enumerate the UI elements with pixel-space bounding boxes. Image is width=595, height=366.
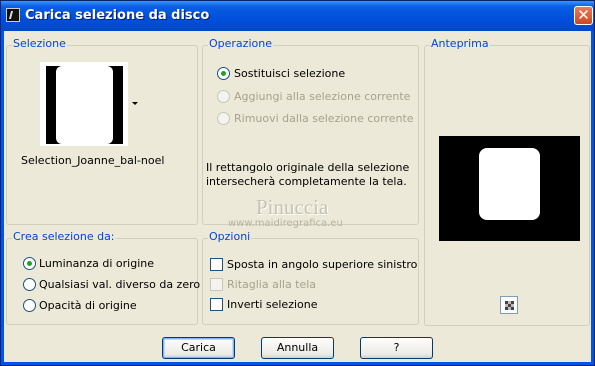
chevron-down-icon[interactable] [132,102,138,105]
checkbox-move-top-left[interactable] [210,258,223,271]
watermark-url: www.maidiregrafica.eu [228,218,343,229]
selection-group-title: Selezione [12,37,67,51]
radio-any-nonzero-label[interactable]: Qualsiasi val. diverso da zero [39,278,200,292]
radio-replace-selection[interactable] [217,67,230,80]
dialog-body: Selezione Selection_Joanne_bal-noel Oper… [4,31,591,362]
checkbox-move-top-left-label[interactable]: Sposta in angolo superiore sinistro [227,258,417,272]
checkbox-crop-to-canvas-label[interactable]: Ritaglia alla tela [227,278,316,292]
help-button[interactable]: ? [360,337,433,359]
radio-source-opacity[interactable] [23,299,36,312]
radio-any-nonzero[interactable] [23,278,36,291]
selection-group: Selezione Selection_Joanne_bal-noel [6,37,198,225]
radio-replace-selection-label[interactable]: Sostituisci selezione [234,67,345,81]
operation-note-line1: Il rettangolo originale della selezione [206,161,410,174]
options-group-title: Opzioni [208,230,252,244]
cancel-button[interactable]: Annulla [261,337,334,359]
radio-source-luminance[interactable] [23,257,36,270]
operation-group-title: Operazione [208,37,273,51]
radio-remove-selection-label[interactable]: Rimuovi dalla selezione corrente [234,112,414,126]
load-button[interactable]: Carica [162,337,235,359]
selection-name: Selection_Joanne_bal-noel [21,154,165,167]
radio-add-selection-label[interactable]: Aggiungi alla selezione corrente [234,90,410,104]
radio-source-opacity-label[interactable]: Opacità di origine [39,299,137,313]
radio-add-selection[interactable] [217,90,230,103]
preview-group: Anteprima [424,37,590,326]
checkbox-crop-to-canvas[interactable] [210,278,223,291]
options-group: Opzioni Sposta in angolo superiore sinis… [202,230,419,325]
radio-remove-selection[interactable] [217,112,230,125]
operation-note-line2: intersecherà completamente la tela. [206,175,407,188]
close-button[interactable]: ✕ [574,6,593,25]
checkbox-invert-selection-label[interactable]: Inverti selezione [227,298,318,312]
create-group: Crea selezione da: Luminanza di origine … [6,230,200,325]
selection-thumbnail[interactable] [40,62,128,146]
create-group-title: Crea selezione da: [12,230,116,244]
checker-icon [505,301,514,310]
title-bar[interactable]: Carica selezione da disco ✕ [1,1,594,31]
zoom-icon[interactable] [500,296,518,314]
checkbox-invert-selection[interactable] [210,298,223,311]
preview-canvas [439,136,580,241]
preview-group-title: Anteprima [430,37,490,51]
radio-source-luminance-label[interactable]: Luminanza di origine [39,257,154,271]
dialog-window: Carica selezione da disco ✕ Selezione Se… [0,0,595,366]
app-icon [6,8,20,22]
window-title: Carica selezione da disco [25,8,210,23]
